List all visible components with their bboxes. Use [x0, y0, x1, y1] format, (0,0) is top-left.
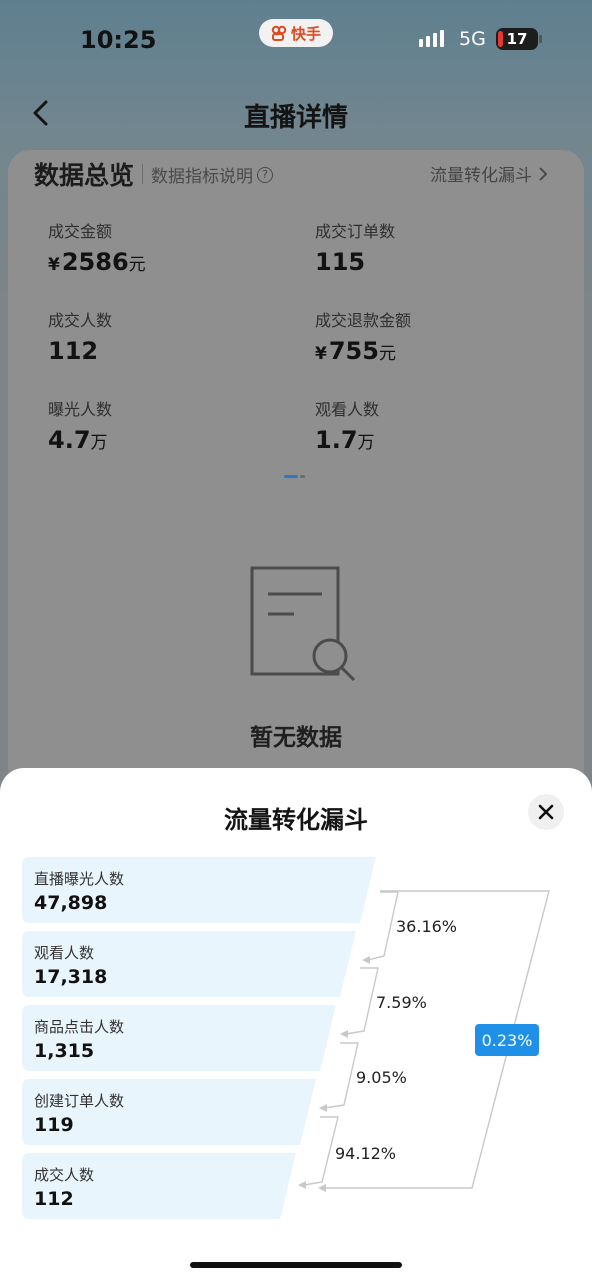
- divider: [142, 164, 143, 184]
- metric-label: 成交人数: [48, 311, 113, 330]
- metric-value: 112: [48, 337, 99, 365]
- network-type: 5G: [459, 28, 486, 50]
- metric-value: ¥2586元: [48, 248, 146, 276]
- metric-refund-amount: 成交退款金额 ¥755元: [315, 307, 555, 365]
- step-connector: [303, 1116, 339, 1186]
- battery-icon: 17: [496, 28, 542, 50]
- funnel-stage-value: 1,315: [34, 1040, 95, 1062]
- funnel-stage-label: 成交人数: [34, 1166, 95, 1184]
- step-rate: 7.59%: [376, 993, 427, 1012]
- step-rate: 36.16%: [396, 917, 458, 936]
- empty-document-search-icon: [248, 564, 358, 684]
- metric-label: 成交金额: [48, 222, 113, 241]
- overall-conversion-badge: 0.23%: [475, 1024, 539, 1056]
- step-connector: [324, 1042, 359, 1109]
- funnel-stage-label: 直播曝光人数: [34, 870, 125, 888]
- home-indicator[interactable]: [190, 1262, 402, 1268]
- status-time: 10:25: [80, 26, 157, 54]
- metric-viewers: 观看人数 1.7万: [315, 396, 555, 454]
- close-icon: [538, 804, 554, 820]
- funnel-stage-label: 商品点击人数: [34, 1018, 125, 1036]
- step-rate: 94.12%: [335, 1144, 397, 1163]
- step-connector: [345, 967, 379, 1035]
- metric-deal-orders: 成交订单数 115: [315, 218, 555, 276]
- battery-level: 17: [506, 30, 528, 48]
- metric-value: 115: [315, 248, 366, 276]
- metric-deal-amount: 成交金额 ¥2586元: [48, 218, 288, 276]
- app-name: 快手: [290, 24, 321, 43]
- page-title: 直播详情: [243, 103, 348, 133]
- funnel-stage-label: 创建订单人数: [34, 1092, 125, 1110]
- funnel-stage-value: 112: [34, 1188, 74, 1210]
- status-bar: 10:25 快手 5G 17: [0, 0, 592, 80]
- kuaishou-logo-icon: [271, 25, 287, 41]
- metric-value: 1.7万: [315, 426, 375, 454]
- question-icon: ?: [257, 166, 273, 183]
- funnel-stage-label: 观看人数: [34, 944, 95, 962]
- metric-deal-buyers: 成交人数 112: [48, 307, 288, 365]
- close-button[interactable]: [528, 794, 564, 830]
- pager-dot-active: [284, 475, 298, 478]
- metric-label: 成交退款金额: [315, 311, 412, 330]
- metric-label: 观看人数: [315, 400, 380, 419]
- funnel-link-label: 流量转化漏斗: [430, 166, 532, 186]
- metric-exposure: 曝光人数 4.7万: [48, 396, 288, 454]
- app-indicator[interactable]: 快手: [259, 19, 333, 47]
- funnel-link[interactable]: 流量转化漏斗: [430, 161, 548, 186]
- empty-state-text: 暂无数据: [250, 725, 342, 751]
- metric-help-label: 数据指标说明: [151, 167, 253, 187]
- funnel-stage-value: 119: [34, 1114, 74, 1136]
- overview-title: 数据总览: [34, 161, 135, 190]
- metric-help-link[interactable]: 数据指标说明 ?: [151, 162, 273, 187]
- funnel-stage-value: 47,898: [34, 892, 108, 914]
- metric-value: ¥755元: [315, 337, 396, 365]
- metric-label: 成交订单数: [315, 222, 396, 241]
- sheet-title: 流量转化漏斗: [224, 806, 368, 834]
- metric-value: 4.7万: [48, 426, 108, 454]
- signal-icon: [419, 30, 444, 47]
- pager-dot: [300, 475, 305, 478]
- metric-label: 曝光人数: [48, 400, 113, 419]
- chevron-right-icon: [539, 166, 548, 181]
- funnel-stage-value: 17,318: [34, 966, 108, 988]
- step-connector: [367, 891, 399, 961]
- step-rate: 9.05%: [356, 1068, 407, 1087]
